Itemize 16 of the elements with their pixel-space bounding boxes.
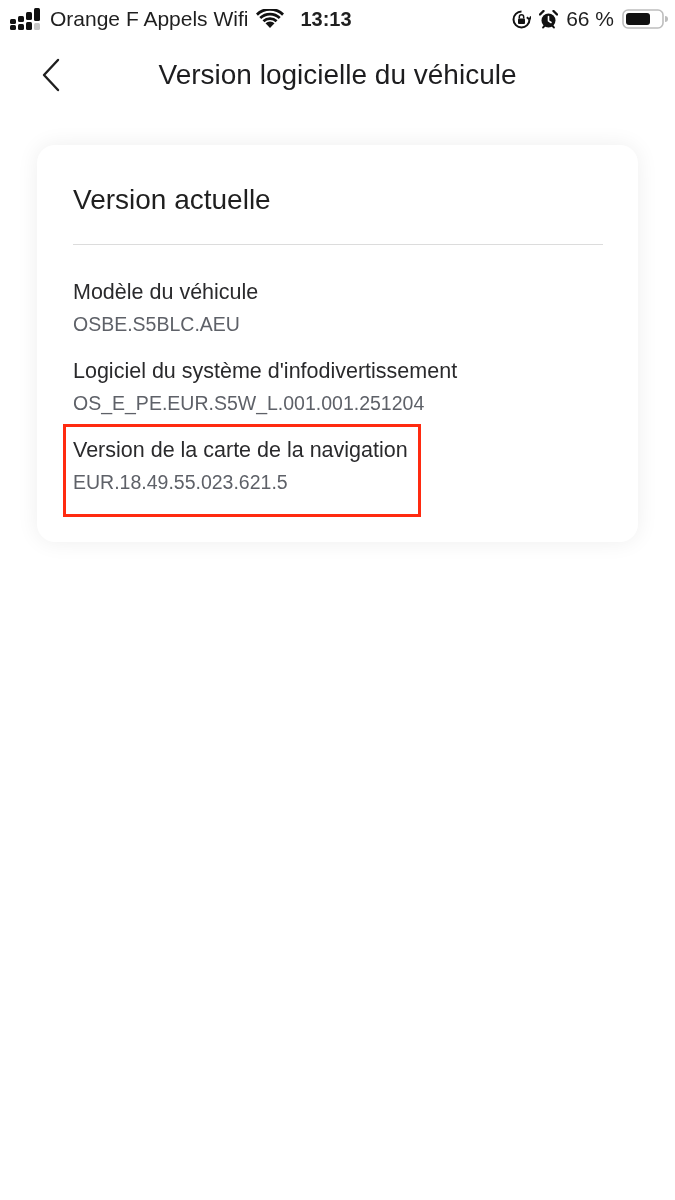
- rotation-lock-icon: [512, 9, 532, 29]
- info-value: EUR.18.49.55.023.621.5: [73, 470, 289, 495]
- page-title: Version logicielle du véhicule: [158, 58, 517, 92]
- info-label: Version de la carte de la navigation: [73, 437, 408, 464]
- info-value: OS_E_PE.EUR.S5W_L.001.001.251204: [73, 391, 426, 417]
- info-label: Logiciel du système d'infodivertissement: [73, 358, 458, 385]
- alarm-clock-icon: [539, 9, 559, 29]
- wifi-icon: [256, 9, 285, 29]
- battery-percentage: 66 %: [566, 6, 614, 33]
- carrier-name: Orange F Appels Wifi: [50, 6, 249, 33]
- signal-icon: [10, 8, 42, 30]
- clock-time: 13:13: [300, 7, 352, 32]
- info-value: OSBE.S5BLC.AEU: [73, 312, 241, 337]
- card-title: Version actuelle: [73, 184, 272, 216]
- info-label: Modèle du véhicule: [73, 279, 259, 306]
- battery-icon: [622, 9, 668, 29]
